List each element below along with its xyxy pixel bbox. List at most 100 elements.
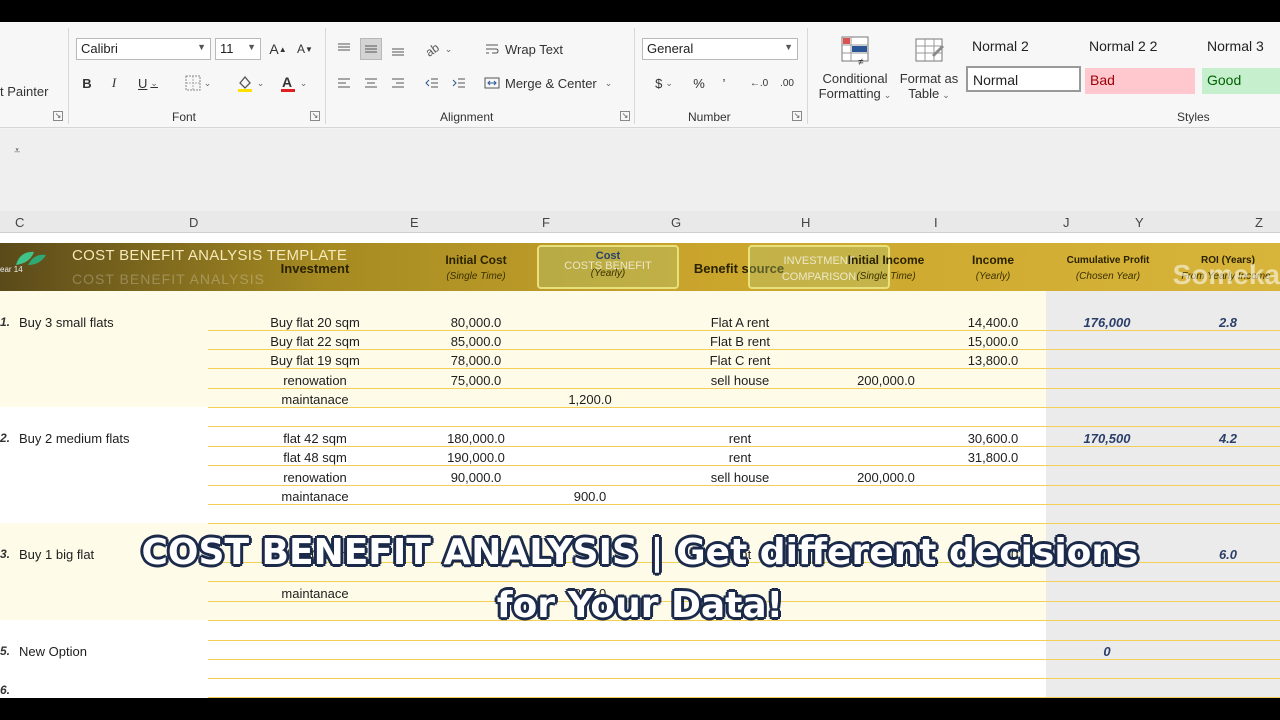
investment-cell[interactable]: Buy flat 20 sqm (250, 315, 380, 330)
formula-area: ⩡ (0, 129, 1280, 211)
customize-toolbar-icon[interactable]: ⩡ (14, 145, 20, 158)
costs-benefit-button[interactable]: Cost COSTS BENEFIT (Yearly) (537, 245, 679, 289)
initial-cost-cell[interactable]: 75,000.0 (430, 373, 522, 388)
col-header-d[interactable]: D (189, 215, 198, 230)
initial-cost-cell[interactable]: 85,000.0 (430, 334, 522, 349)
benefit-cell[interactable]: sell house (690, 470, 790, 485)
fill-color-button[interactable]: ⌄ (232, 72, 268, 94)
benefit-cell[interactable]: sell house (690, 373, 790, 388)
font-color-button[interactable]: A ⌄ (274, 72, 312, 94)
merge-center-button[interactable]: Merge & Center ⌄ (484, 72, 624, 94)
font-size-combo[interactable]: 11 ▼ (215, 38, 261, 60)
investment-cell[interactable]: Buy flat 19 sqm (250, 353, 380, 368)
income-cell[interactable]: 31,800.0 (958, 450, 1028, 465)
style-normal-3[interactable]: Normal 3 (1202, 34, 1280, 60)
align-bottom-button[interactable] (387, 38, 409, 60)
benefit-cell[interactable]: rent (690, 450, 790, 465)
format-painter-button[interactable]: t Painter (0, 80, 60, 102)
align-center-button[interactable] (360, 72, 382, 94)
decrease-decimal-icon: .00 (780, 77, 794, 89)
benefit-cell[interactable]: Flat B rent (690, 334, 790, 349)
cost-cell[interactable]: 900.0 (550, 489, 630, 504)
shrink-font-button[interactable]: A ▼ (294, 38, 316, 60)
income-cell[interactable]: 13,800.0 (958, 353, 1028, 368)
cost-cell[interactable]: 1,200.0 (550, 392, 630, 407)
alignment-launcher-icon[interactable]: ↘ (620, 111, 630, 121)
initial-cost-cell[interactable]: 190,000.0 (430, 450, 522, 465)
comma-button[interactable]: ’ (713, 72, 735, 94)
investment-cell[interactable]: maintanace (250, 489, 380, 504)
benefit-cell[interactable]: Flat A rent (690, 315, 790, 330)
style-good-label: Good (1207, 72, 1242, 88)
initial-income-cell[interactable]: 200,000.0 (838, 470, 934, 485)
col-header-y[interactable]: Y (1135, 215, 1144, 230)
initial-cost-cell[interactable]: 180,000.0 (430, 431, 522, 446)
investment-cell[interactable]: maintanace (250, 392, 380, 407)
bold-button[interactable]: B (76, 72, 98, 94)
italic-button[interactable]: I (103, 72, 125, 94)
investment-cell[interactable]: renowation (250, 470, 380, 485)
style-normal-2-2[interactable]: Normal 2 2 (1084, 34, 1196, 60)
decrease-indent-button[interactable] (421, 72, 443, 94)
number-launcher-icon[interactable]: ↘ (792, 111, 802, 121)
format-as-table-button[interactable]: Format as Table ⌄ (898, 28, 960, 108)
option-name[interactable]: Buy 2 medium flats (19, 431, 130, 446)
income-cell[interactable]: 30,600.0 (958, 431, 1028, 446)
underline-button[interactable]: U ⌄ (130, 72, 166, 94)
benefit-cell[interactable]: Flat C rent (690, 353, 790, 368)
style-bad[interactable]: Bad (1085, 68, 1195, 94)
option-number: 1. (0, 315, 11, 329)
align-right-button[interactable] (387, 72, 409, 94)
col-header-i[interactable]: I (934, 215, 938, 230)
investment-cell[interactable]: flat 42 sqm (250, 431, 380, 446)
align-middle-button[interactable] (360, 38, 382, 60)
income-cell[interactable]: 14,400.0 (958, 315, 1028, 330)
worksheet: ear 14 COST BENEFIT ANALYSIS TEMPLATE CO… (0, 233, 1280, 698)
template-banner: ear 14 COST BENEFIT ANALYSIS TEMPLATE CO… (0, 243, 1280, 291)
decrease-decimal-button[interactable]: .00 (774, 72, 800, 94)
align-top-button[interactable] (333, 38, 355, 60)
col-header-g[interactable]: G (671, 215, 681, 230)
initial-income-cell[interactable]: 200,000.0 (838, 373, 934, 388)
style-good[interactable]: Good (1202, 68, 1280, 94)
align-left-button[interactable] (333, 72, 355, 94)
investment-cell[interactable]: Buy flat 22 sqm (250, 334, 380, 349)
header-investment: Investment (280, 261, 350, 276)
benefit-cell[interactable]: rent (690, 431, 790, 446)
investment-comparison-button[interactable]: INVESTMENT COMPARISON (748, 245, 890, 289)
percent-button[interactable]: % (688, 72, 710, 94)
col-header-h[interactable]: H (801, 215, 810, 230)
orientation-button[interactable]: ab ⌄ (420, 38, 456, 60)
col-header-e[interactable]: E (410, 215, 419, 230)
col-header-f[interactable]: F (542, 215, 550, 230)
number-format-combo[interactable]: General ▼ (642, 38, 798, 60)
income-cell[interactable]: 15,000.0 (958, 334, 1028, 349)
grow-font-button[interactable]: A ▲ (267, 38, 289, 60)
currency-button[interactable]: $ ⌄ (646, 72, 682, 94)
increase-indent-button[interactable] (448, 72, 470, 94)
wrap-text-button[interactable]: Wrap Text (484, 38, 574, 60)
align-bottom-icon (392, 48, 404, 56)
format-painter-label: t Painter (0, 83, 49, 99)
option-name[interactable]: Buy 3 small flats (19, 315, 114, 330)
style-normal[interactable]: Normal (966, 66, 1081, 92)
col-header-z[interactable]: Z (1255, 215, 1263, 230)
font-name-combo[interactable]: Calibri ▼ (76, 38, 211, 60)
investment-cell[interactable]: flat 48 sqm (250, 450, 380, 465)
font-group-label: Font (172, 110, 197, 124)
initial-cost-cell[interactable]: 78,000.0 (430, 353, 522, 368)
style-normal-2[interactable]: Normal 2 (967, 34, 1083, 60)
col-header-j[interactable]: J (1063, 215, 1070, 230)
clipboard-launcher-icon[interactable]: ↘ (53, 111, 63, 121)
col-header-c[interactable]: C (15, 215, 24, 230)
decrease-indent-icon (425, 78, 438, 88)
option-name[interactable]: New Option (19, 644, 87, 659)
increase-decimal-button[interactable]: ←.0 (746, 72, 772, 94)
header-initial-income-sub: (Single Time) (856, 271, 916, 282)
conditional-formatting-button[interactable]: ≠ Conditional Formatting ⌄ (816, 28, 894, 108)
investment-cell[interactable]: renowation (250, 373, 380, 388)
borders-button[interactable]: ⌄ (180, 72, 216, 94)
initial-cost-cell[interactable]: 80,000.0 (430, 315, 522, 330)
initial-cost-cell[interactable]: 90,000.0 (430, 470, 522, 485)
font-launcher-icon[interactable]: ↘ (310, 111, 320, 121)
